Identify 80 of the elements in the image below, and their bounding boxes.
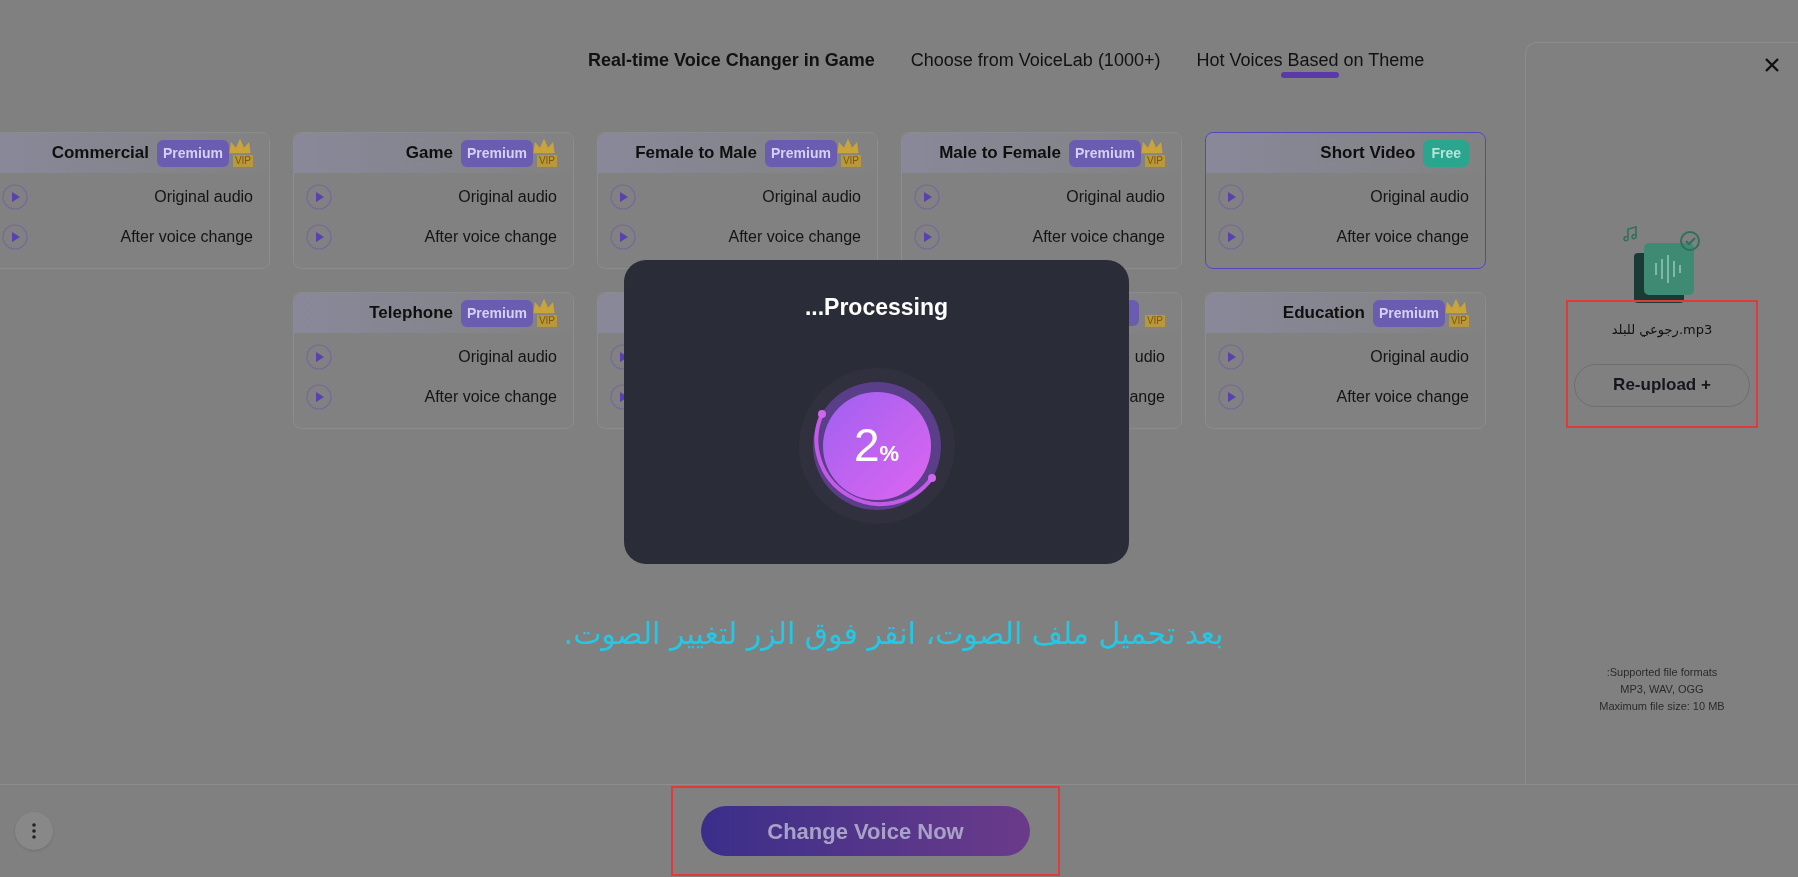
option-label: Original audio (154, 187, 254, 207)
option-label: After voice change (728, 227, 862, 247)
card-title: Short Video (1320, 142, 1416, 165)
play-icon[interactable] (2, 184, 28, 210)
voice-card[interactable]: Game Premium VIP Original audio After voice change (293, 132, 574, 269)
option-label: Original audio (1370, 347, 1470, 367)
play-icon[interactable] (2, 224, 28, 250)
format-info: Maximum file size: 10 MB (1599, 699, 1725, 714)
crown-icon (531, 137, 557, 155)
option-label: Original audio (458, 347, 558, 367)
crown-icon (1443, 297, 1469, 315)
option-label: udio (1134, 347, 1166, 367)
card-title: Game (405, 142, 453, 165)
play-icon[interactable] (306, 184, 332, 210)
format-info: MP3, WAV, OGG (1620, 682, 1704, 697)
card-title: Male to Female (939, 142, 1061, 165)
free-badge: Free (1423, 139, 1469, 167)
file-name: رجوعي للبلد.mp3 (1611, 321, 1713, 340)
card-title: Education (1282, 302, 1365, 325)
vip-tag: VIP (840, 155, 861, 167)
play-icon[interactable] (306, 344, 332, 370)
tab[interactable]: Real-time Voice Changer in Game (580, 42, 883, 78)
crown-icon (531, 297, 557, 315)
progress-percent: 2 (853, 418, 880, 473)
option-label: Original audio (762, 187, 862, 207)
vip-tag: VIP (536, 155, 557, 167)
caption: بعد تحميل ملف الصوت، انقر فوق الزر لتغيير الصوت. (563, 615, 1224, 653)
play-icon[interactable] (1218, 344, 1244, 370)
menu-button[interactable] (15, 812, 53, 850)
crown-icon (227, 137, 253, 155)
vip-tag: VIP (1144, 155, 1165, 167)
change-voice-button[interactable]: Change Voice Now (701, 806, 1030, 856)
dialog-title: ...Processing (804, 293, 949, 322)
voice-card[interactable]: Telephone Premium VIP Original audio After voice change (293, 292, 574, 429)
option-label: After voice change (424, 227, 558, 247)
option-label: After voice change (120, 227, 254, 247)
card-title: Telephone (369, 302, 453, 325)
option-label: Original audio (1370, 187, 1470, 207)
vip-tag: VIP (1448, 315, 1469, 327)
premium-badge: Premium (1373, 299, 1445, 327)
option-label: Original audio (1066, 187, 1166, 207)
option-label: After voice change (1032, 227, 1166, 247)
play-icon[interactable] (1218, 224, 1244, 250)
premium-badge: Premium (1069, 139, 1141, 167)
play-icon[interactable] (1218, 384, 1244, 410)
play-icon[interactable] (610, 184, 636, 210)
tab[interactable]: Hot Voices Based on Theme (1188, 42, 1433, 78)
premium-badge: Premium (765, 139, 837, 167)
crown-icon (1139, 137, 1165, 155)
play-icon[interactable] (306, 384, 332, 410)
close-icon (1764, 57, 1780, 73)
option-label: After voice change (424, 387, 558, 407)
play-icon[interactable] (610, 224, 636, 250)
voice-card[interactable]: Commercial Premium VIP Original audio After voice change (0, 132, 270, 269)
card-title: Female to Male (635, 142, 757, 165)
more-icon (32, 823, 36, 839)
voice-card[interactable]: Short Video Free Original audio After voice change (1205, 132, 1486, 269)
premium-badge: Premium (461, 299, 533, 327)
percent-sign: % (879, 441, 900, 468)
vip-tag: VIP (232, 155, 253, 167)
premium-badge: Premium (157, 139, 229, 167)
play-icon[interactable] (914, 184, 940, 210)
play-icon[interactable] (1218, 184, 1244, 210)
option-label: Original audio (458, 187, 558, 207)
card-title: Commercial (51, 142, 149, 165)
crown-icon (835, 137, 861, 155)
play-icon[interactable] (914, 224, 940, 250)
play-icon[interactable] (306, 224, 332, 250)
voice-card[interactable]: Female to Male Premium VIP Original audio After voice change (597, 132, 878, 269)
format-info: :Supported file formats (1606, 665, 1718, 680)
tab[interactable]: Choose from VoiceLab (1000+) (902, 42, 1169, 78)
vip-tag: VIP (536, 315, 557, 327)
tab-underline (1281, 72, 1340, 78)
option-label: After voice change (1336, 227, 1470, 247)
voice-card[interactable]: Male to Female Premium VIP Original audio After voice change (901, 132, 1182, 269)
option-label: After voice change (1336, 387, 1470, 407)
premium-badge: Premium (461, 139, 533, 167)
voice-card[interactable]: Education Premium VIP Original audio After voice change (1205, 292, 1486, 429)
option-label: ange (1129, 387, 1166, 407)
vip-tag: VIP (1144, 315, 1165, 327)
